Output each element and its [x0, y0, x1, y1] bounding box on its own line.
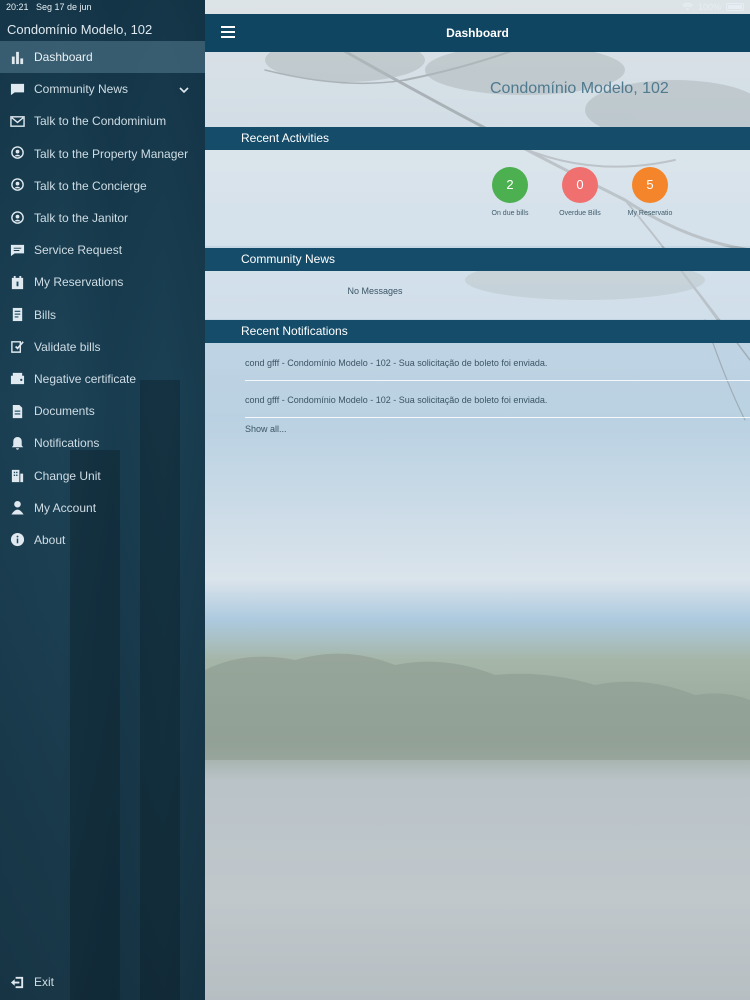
wifi-icon	[681, 3, 693, 11]
sidebar-item-label: Documents	[34, 404, 95, 419]
chat-icon	[9, 81, 26, 98]
document-icon	[9, 403, 26, 420]
status-bar: 20:21 Seg 17 de jun 100%	[0, 0, 750, 14]
person-chat-icon	[9, 210, 26, 227]
stat-label: On due bills	[491, 210, 529, 217]
sidebar-item-service-request[interactable]: Service Request	[0, 234, 205, 266]
sidebar-item-label: Negative certificate	[34, 371, 137, 386]
building-icon	[9, 467, 26, 484]
stat-circle: 2	[492, 167, 528, 203]
sidebar-item-label: Talk to the Janitor	[34, 211, 129, 226]
sidebar-item-label: Notifications	[34, 436, 100, 451]
stat-on-due-bills[interactable]: 2 On due bills	[480, 167, 540, 218]
bar-chart-icon	[9, 49, 26, 66]
sidebar-item-label: Change Unit	[34, 468, 101, 483]
main-content: Dashboard Condomínio Modelo, 102 Recent …	[205, 0, 750, 1000]
sidebar-item-label: Validate bills	[34, 339, 101, 354]
sidebar-item-talk-concierge[interactable]: Talk to the Concierge	[0, 170, 205, 202]
sidebar-item-documents[interactable]: Documents	[0, 395, 205, 427]
sidebar-item-community-news[interactable]: Community News	[0, 73, 205, 105]
sidebar-item-about[interactable]: About	[0, 524, 205, 556]
page-title: Dashboard	[446, 26, 509, 40]
top-navigation-bar: Dashboard	[205, 14, 750, 52]
sidebar-item-label: About	[34, 532, 66, 547]
notification-item[interactable]: cond gfff - Condomínio Modelo - 102 - Su…	[245, 345, 750, 381]
calendar-icon	[9, 274, 26, 291]
bell-icon	[9, 435, 26, 452]
sidebar-item-talk-condominium[interactable]: Talk to the Condominium	[0, 105, 205, 137]
person-chat-icon	[9, 145, 26, 162]
no-messages-text: No Messages	[347, 286, 403, 296]
sidebar-item-label: My Account	[34, 500, 97, 515]
sidebar-item-label: Community News	[34, 82, 129, 97]
condominium-name: Condomínio Modelo, 102	[490, 80, 669, 97]
sidebar-item-label: Dashboard	[34, 50, 93, 65]
status-indicators: 100%	[681, 2, 744, 12]
sidebar-item-my-account[interactable]: My Account	[0, 492, 205, 524]
stat-my-reservations[interactable]: 5 My Reservatio	[620, 167, 680, 218]
sidebar-item-bills[interactable]: Bills	[0, 299, 205, 331]
message-icon	[9, 242, 26, 259]
sidebar: Condomínio Modelo, 102 Dashboard Communi…	[0, 0, 205, 1000]
sidebar-item-talk-janitor[interactable]: Talk to the Janitor	[0, 202, 205, 234]
stat-circle: 5	[632, 167, 668, 203]
stat-circle: 0	[562, 167, 598, 203]
chevron-down-icon[interactable]	[179, 84, 189, 98]
community-news-header: Community News	[205, 248, 750, 271]
sidebar-item-label: Talk to the Condominium	[34, 114, 167, 129]
stat-label: Overdue Bills	[559, 210, 601, 217]
sidebar-menu: Dashboard Community News Talk to the Con…	[0, 41, 205, 556]
validate-icon	[9, 338, 26, 355]
exit-icon	[9, 974, 26, 991]
person-chat-icon	[9, 177, 26, 194]
sidebar-item-label: Bills	[34, 307, 57, 322]
info-icon	[9, 531, 26, 548]
status-time: 20:21	[6, 2, 29, 12]
sidebar-item-validate-bills[interactable]: Validate bills	[0, 331, 205, 363]
recent-activities-header: Recent Activities	[205, 127, 750, 150]
notification-item[interactable]: cond gfff - Condomínio Modelo - 102 - Su…	[245, 382, 750, 418]
battery-icon	[726, 3, 744, 11]
sidebar-item-talk-property-manager[interactable]: Talk to the Property Manager	[0, 138, 205, 170]
exit-label: Exit	[34, 975, 55, 990]
bill-icon	[9, 306, 26, 323]
sidebar-item-my-reservations[interactable]: My Reservations	[0, 266, 205, 298]
sidebar-item-dashboard[interactable]: Dashboard	[0, 41, 205, 74]
recent-notifications-header: Recent Notifications	[205, 320, 750, 343]
mail-icon	[9, 113, 26, 130]
sidebar-item-label: Talk to the Concierge	[34, 178, 147, 193]
sidebar-item-negative-certificate[interactable]: Negative certificate	[0, 363, 205, 395]
exit-button[interactable]: Exit	[0, 966, 205, 998]
sidebar-item-notifications[interactable]: Notifications	[0, 427, 205, 459]
status-date: Seg 17 de jun	[36, 2, 92, 12]
stat-label: My Reservatio	[627, 210, 673, 217]
sidebar-title: Condomínio Modelo, 102	[7, 22, 153, 37]
sidebar-item-label: Service Request	[34, 243, 123, 258]
battery-percent: 100%	[697, 2, 721, 12]
show-all-link[interactable]: Show all...	[245, 424, 287, 434]
user-icon	[9, 499, 26, 516]
sidebar-item-change-unit[interactable]: Change Unit	[0, 459, 205, 491]
wallet-icon	[9, 370, 26, 387]
sidebar-item-label: My Reservations	[34, 275, 124, 290]
sidebar-item-label: Talk to the Property Manager	[34, 146, 189, 161]
stat-overdue-bills[interactable]: 0 Overdue Bills	[550, 167, 610, 218]
